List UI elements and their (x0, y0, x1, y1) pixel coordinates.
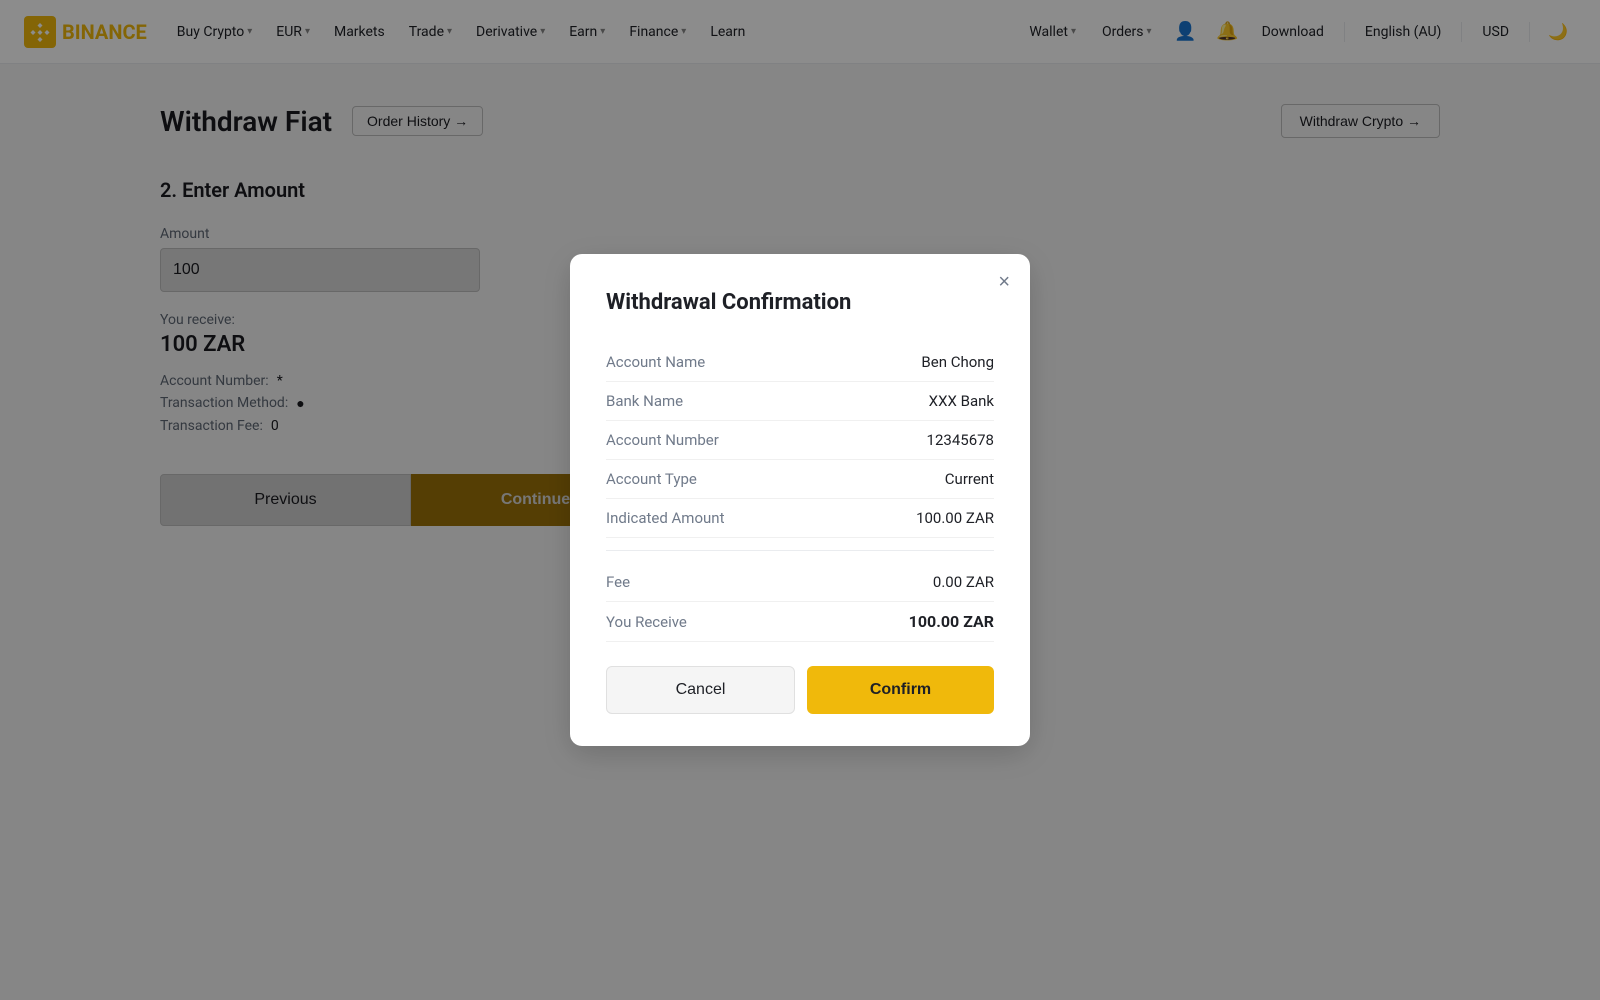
modal-row-account-name: Account Name Ben Chong (606, 343, 994, 382)
withdrawal-confirmation-modal: Withdrawal Confirmation × Account Name B… (570, 254, 1030, 746)
modal-row-fee: Fee 0.00 ZAR (606, 563, 994, 602)
modal-row-you-receive: You Receive 100.00 ZAR (606, 602, 994, 642)
cancel-button[interactable]: Cancel (606, 666, 795, 714)
modal-divider (606, 550, 994, 551)
modal-row-indicated-amount: Indicated Amount 100.00 ZAR (606, 499, 994, 538)
modal-close-button[interactable]: × (998, 272, 1010, 292)
modal-row-account-type: Account Type Current (606, 460, 994, 499)
modal-row-account-number: Account Number 12345678 (606, 421, 994, 460)
modal-overlay[interactable]: Withdrawal Confirmation × Account Name B… (0, 0, 1600, 1000)
modal-title: Withdrawal Confirmation (606, 290, 994, 315)
confirm-button[interactable]: Confirm (807, 666, 994, 714)
modal-row-bank-name: Bank Name XXX Bank (606, 382, 994, 421)
modal-actions: Cancel Confirm (606, 666, 994, 714)
